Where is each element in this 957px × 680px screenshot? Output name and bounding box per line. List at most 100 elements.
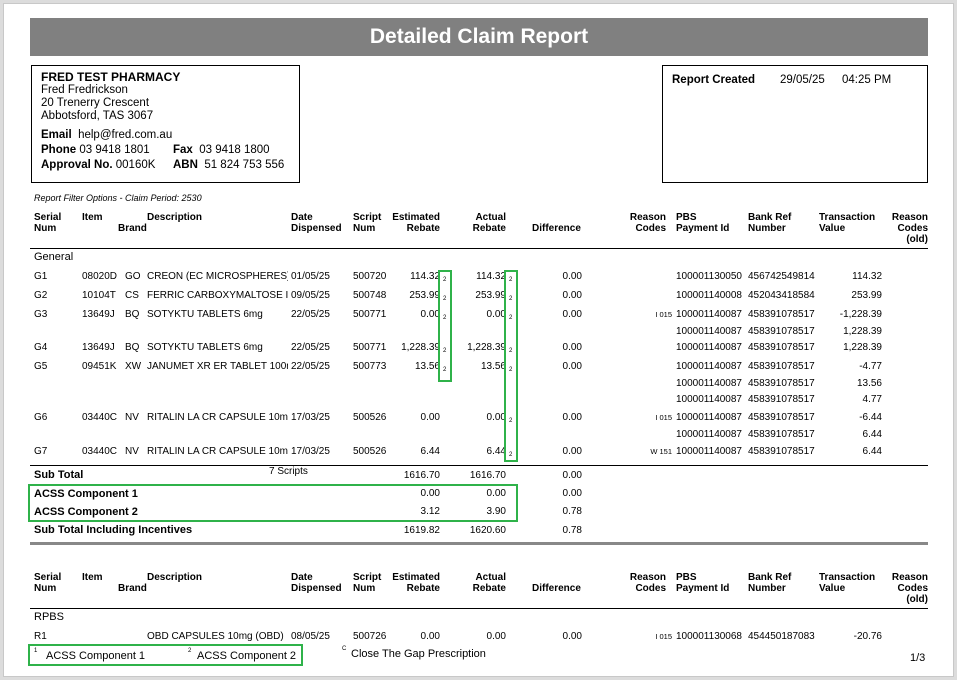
acss2-actual: 3.90 — [486, 506, 506, 517]
incl-diff: 0.78 — [562, 525, 582, 536]
bank-ref: 456742549814 — [748, 271, 815, 282]
actual-rebate: 0.00 — [486, 412, 506, 423]
date-dispensed: 22/05/25 — [291, 361, 330, 372]
serial-num: G2 — [34, 290, 48, 301]
pharmacy-name: FRED TEST PHARMACY — [41, 70, 181, 84]
acss2-diff: 0.78 — [562, 506, 582, 517]
reason-code: W 151 — [650, 447, 672, 456]
legend-close-the-gap: Close The Gap Prescription — [351, 648, 486, 660]
report-title: Detailed Claim Report — [30, 18, 928, 56]
item-code: 13649J — [82, 342, 115, 353]
section-divider — [30, 542, 928, 545]
brand-code: BQ — [125, 342, 140, 353]
rpbs-header-script: Script Num — [353, 572, 382, 594]
script-num: 500773 — [353, 361, 387, 372]
bank-ref: 458391078517 — [748, 342, 815, 353]
item-code: 03440C — [82, 446, 118, 457]
est-rebate: 253.99 — [409, 290, 440, 301]
actual-rebate: 0.00 — [486, 631, 506, 642]
est-rebate: 0.00 — [420, 631, 440, 642]
transaction-value: 1,228.39 — [843, 325, 882, 337]
acss1-diff: 0.00 — [562, 488, 582, 499]
difference: 0.00 — [562, 631, 582, 642]
acss1-label: ACSS Component 1 — [34, 488, 138, 500]
pharmacy-details-box: FRED TEST PHARMACY Fred Fredrickson 20 T… — [31, 65, 300, 183]
abn-value: 51 824 753 556 — [204, 159, 285, 171]
date-dispensed: 01/05/25 — [291, 271, 330, 282]
brand-code: XW — [125, 361, 142, 372]
phone-label: Phone — [41, 144, 77, 156]
reason-code: I 015 — [655, 310, 672, 319]
date-dispensed: 22/05/25 — [291, 309, 330, 320]
date-dispensed: 22/05/25 — [291, 342, 330, 353]
serial-num: G6 — [34, 412, 48, 423]
rpbs-header-serial: Serial Num — [34, 572, 62, 594]
pbs-payment-id: 100001140087 — [676, 361, 742, 372]
date-dispensed: 17/03/25 — [291, 412, 330, 423]
email-value: help@fred.com.au — [78, 129, 173, 141]
brand-code: NV — [125, 412, 139, 423]
serial-num: G5 — [34, 361, 48, 372]
pbs-payment-id: 100001130068 — [676, 631, 742, 642]
legend-sup-1: 1 — [34, 648, 38, 654]
description: JANUMET XR ER TABLET 100m — [147, 361, 288, 372]
fax-label: Fax — [173, 144, 193, 156]
email-label: Email — [41, 129, 72, 141]
script-num: 500771 — [353, 342, 387, 353]
transaction-value: -6.44 — [859, 412, 882, 423]
difference: 0.00 — [562, 309, 582, 320]
header-reason: Reason Codes — [629, 212, 666, 234]
actual-rebate: 1,228.39 — [467, 342, 506, 353]
pbs-payment-id: 100001140087 — [676, 412, 742, 423]
date-dispensed: 08/05/25 — [291, 631, 330, 642]
est-rebate: 1,228.39 — [401, 342, 440, 353]
approval-label: Approval No. — [41, 159, 113, 171]
description: RITALIN LA CR CAPSULE 10mg — [147, 446, 288, 457]
transaction-value: 114.32 — [852, 271, 882, 282]
rpbs-header-reason-old: Reason Codes (old) — [891, 572, 928, 605]
report-page: Detailed Claim Report FRED TEST PHARMACY… — [3, 3, 954, 677]
actual-rebate: 6.44 — [486, 446, 506, 457]
date-dispensed: 09/05/25 — [291, 290, 330, 301]
actual-rebate: 253.99 — [475, 290, 506, 301]
pbs-payment-id: 100001140087 — [676, 377, 742, 389]
bank-ref: 458391078517 — [748, 325, 815, 337]
bank-ref: 458391078517 — [748, 361, 815, 372]
bank-ref: 458391078517 — [748, 428, 815, 440]
description: CREON (EC MICROSPHERES) — [147, 271, 288, 282]
rpbs-header-date: Date Dispensed — [291, 572, 342, 594]
legend-acss1: ACSS Component 1 — [46, 650, 146, 662]
section-general-label: General — [34, 251, 74, 263]
rpbs-header-bank: Bank Ref Number — [748, 572, 792, 594]
legend-acss2: ACSS Component 2 — [197, 650, 297, 662]
filter-options: Report Filter Options - Claim Period: 25… — [34, 193, 202, 203]
transaction-value: 4.77 — [862, 394, 882, 405]
script-num: 500526 — [353, 446, 387, 457]
abn-label: ABN — [173, 159, 198, 171]
header-reason-old: Reason Codes (old) — [891, 212, 928, 245]
header-est: Estimated Rebate — [392, 212, 440, 234]
est-rebate: 6.44 — [420, 446, 440, 457]
transaction-value: 253.99 — [851, 290, 882, 301]
scripts-count: 7 Scripts — [269, 466, 308, 477]
item-code: 08020D — [82, 271, 118, 282]
rpbs-header-description: Description — [147, 572, 203, 583]
header-divider-2 — [30, 608, 928, 609]
pbs-payment-id: 100001140008 — [676, 290, 742, 301]
header-brand: Brand — [118, 223, 147, 234]
bank-ref: 458391078517 — [748, 446, 815, 457]
difference: 0.00 — [562, 412, 582, 423]
script-num: 500526 — [353, 412, 387, 423]
header-serial: Serial Num — [34, 212, 62, 234]
date-dispensed: 17/03/25 — [291, 446, 330, 457]
actual-rebate: 0.00 — [486, 309, 506, 320]
bank-ref: 458391078517 — [748, 394, 815, 405]
pbs-payment-id: 100001130050 — [676, 271, 742, 282]
serial-num: G3 — [34, 309, 48, 320]
serial-num: G7 — [34, 446, 48, 457]
acss2-label: ACSS Component 2 — [34, 506, 138, 518]
header-divider — [30, 248, 928, 249]
serial-num: G1 — [34, 271, 48, 282]
transaction-value: -20.76 — [853, 631, 882, 642]
item-code: 09451K — [82, 361, 117, 372]
